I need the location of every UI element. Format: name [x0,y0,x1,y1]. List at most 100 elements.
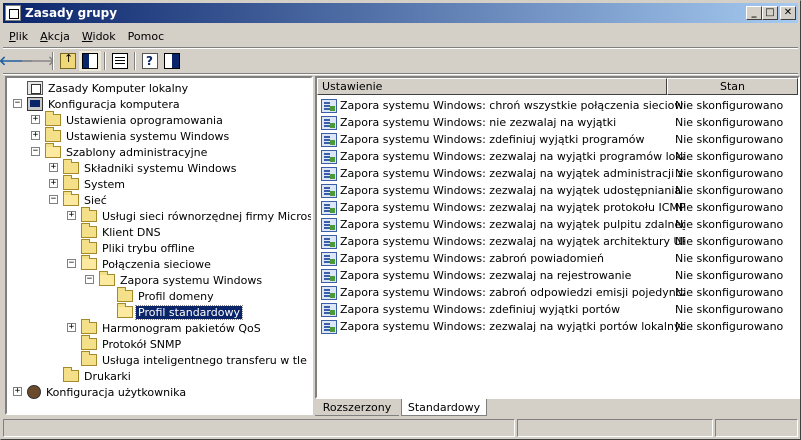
list-item[interactable]: Zapora systemu Windows: zezwalaj na wyją… [317,199,798,216]
window-title: Zasady grupy [25,6,118,20]
list-item[interactable]: Zapora systemu Windows: zabroń powiadomi… [317,250,798,267]
setting-state: Nie skonfigurowano [675,133,784,146]
list-item[interactable]: Zapora systemu Windows: zezwalaj na wyją… [317,165,798,182]
tree-item[interactable]: System [63,175,127,192]
folder-icon [117,287,133,302]
tree-item[interactable]: Drukarki [63,367,133,384]
list-item[interactable]: Zapora systemu Windows: zezwalaj na wyją… [317,233,798,250]
tree-item[interactable]: Protokół SNMP [81,335,183,352]
tree-item[interactable]: Konfiguracja użytkownika [27,384,188,400]
tree-item[interactable]: Konfiguracja komputera [27,96,182,112]
list-item[interactable]: Zapora systemu Windows: nie zezwalaj na … [317,114,798,131]
list-item[interactable]: Zapora systemu Windows: zezwalaj na wyją… [317,216,798,233]
show-hide-tree-button[interactable] [79,51,101,71]
status-panel-right [715,419,798,437]
menu-akcja[interactable]: Akcja [34,30,76,43]
tree-expander[interactable]: − [85,275,94,284]
policy-setting-icon [321,319,337,334]
list-item[interactable]: Zapora systemu Windows: zdefiniuj wyjątk… [317,301,798,318]
settings-list[interactable]: Ustawienie Stan Zapora systemu Windows: … [315,76,800,399]
setting-name: Zapora systemu Windows: zabroń powiadomi… [340,252,604,265]
tree-item-label: Składniki systemu Windows [84,161,237,175]
export-list-icon [112,53,128,69]
list-item[interactable]: Zapora systemu Windows: zezwalaj na reje… [317,267,798,284]
setting-state: Nie skonfigurowano [675,150,784,163]
folder-icon [45,111,61,126]
menu-widok[interactable]: Widok [76,30,122,43]
folder-icon [63,159,79,174]
folder-icon [81,207,97,222]
tree-item-label: Sieć [84,193,107,207]
policy-setting-icon [321,268,337,283]
tab-rozszerzony[interactable]: Rozszerzony [315,399,399,416]
tree-item[interactable]: Profil standardowy [117,303,243,320]
tree-item[interactable]: Ustawienia oprogramowania [45,111,225,128]
tree-expander[interactable]: − [31,147,40,156]
tree-item[interactable]: Połączenia sieciowe [81,255,213,272]
tree-item[interactable]: Harmonogram pakietów QoS [81,319,263,336]
tree-item[interactable]: Ustawienia systemu Windows [45,127,231,144]
app-icon[interactable] [5,5,21,21]
minimize-button[interactable]: _ [746,6,762,20]
tree-item[interactable]: Pliki trybu offline [81,239,197,256]
tree-expander[interactable]: − [13,99,22,108]
folder-icon [81,335,97,350]
menu-pomoc[interactable]: Pomoc [122,30,170,43]
tree-item[interactable]: Usługa inteligentnego transferu w tle [81,351,309,368]
tree-item[interactable]: Szablony administracyjne [45,143,209,160]
toolbar: 🡐 🡒 [0,50,183,72]
tree-item[interactable]: Usługi sieci równorzędnej firmy Microsof… [81,207,311,224]
close-button[interactable]: ✕ [780,6,796,20]
open-folder-icon [45,143,61,158]
list-item[interactable]: Zapora systemu Windows: zabroń odpowiedz… [317,284,798,301]
show-hide-action-pane-button[interactable] [161,51,183,71]
setting-name: Zapora systemu Windows: zdefiniuj wyjątk… [340,133,645,146]
console-tree[interactable]: Zasady Komputer lokalny − Konfiguracja kom… [5,76,313,415]
tree-expander[interactable]: + [67,211,76,220]
list-item[interactable]: Zapora systemu Windows: zezwalaj na wyją… [317,148,798,165]
list-item[interactable]: Zapora systemu Windows: zezwalaj na wyją… [317,318,798,335]
view-tabs: Rozszerzony Standardowy [315,399,800,417]
tree-item-label: Konfiguracja komputera [48,97,180,111]
tree-item-label: System [84,177,126,191]
tree-item-label: Szablony administracyjne [66,145,208,159]
menu-plik[interactable]: Plik [3,30,34,43]
folder-icon [81,351,97,366]
tree-item[interactable]: Zapora systemu Windows [99,271,264,288]
tree-expander[interactable]: + [49,179,58,188]
policy-setting-icon [321,166,337,181]
policy-setting-icon [321,98,337,113]
up-one-level-button[interactable] [57,51,79,71]
tree-item-label: Harmonogram pakietów QoS [102,321,261,335]
tree-item[interactable]: Profil domeny [117,287,216,304]
setting-name: Zapora systemu Windows: chroń wszystkie … [340,99,685,112]
column-header-setting[interactable]: Ustawienie [317,78,667,95]
column-header-state[interactable]: Stan [667,78,798,95]
tree-expander[interactable]: − [49,195,58,204]
tree-expander[interactable]: + [67,323,76,332]
tree-item-label: Profil domeny [138,289,214,303]
tree-expander[interactable]: + [31,131,40,140]
policy-setting-icon [321,285,337,300]
tree-item[interactable]: Zasady Komputer lokalny [27,80,190,96]
policy-setting-icon [321,200,337,215]
tree-item[interactable]: Sieć [63,191,109,208]
tree-item[interactable]: Składniki systemu Windows [63,159,239,176]
list-item[interactable]: Zapora systemu Windows: zezwalaj na wyją… [317,182,798,199]
export-list-button[interactable] [109,51,131,71]
forward-button[interactable]: 🡒 [21,51,56,71]
maximize-button[interactable]: □ [762,6,778,20]
tree-expander[interactable]: − [67,259,76,268]
list-item[interactable]: Zapora systemu Windows: zdefiniuj wyjątk… [317,131,798,148]
tree-item[interactable]: Klient DNS [81,223,163,240]
up-folder-icon [60,52,76,69]
computer-icon [27,97,43,111]
tree-expander[interactable]: + [13,387,22,396]
tree-expander[interactable]: + [31,115,40,124]
list-item[interactable]: Zapora systemu Windows: chroń wszystkie … [317,97,798,114]
help-button[interactable] [139,51,161,71]
tab-standardowy[interactable]: Standardowy [401,399,487,416]
title-bar[interactable]: Zasady grupy _ □ ✕ [3,3,798,23]
tree-expander[interactable]: + [49,163,58,172]
window-controls: _ □ ✕ [746,6,796,20]
